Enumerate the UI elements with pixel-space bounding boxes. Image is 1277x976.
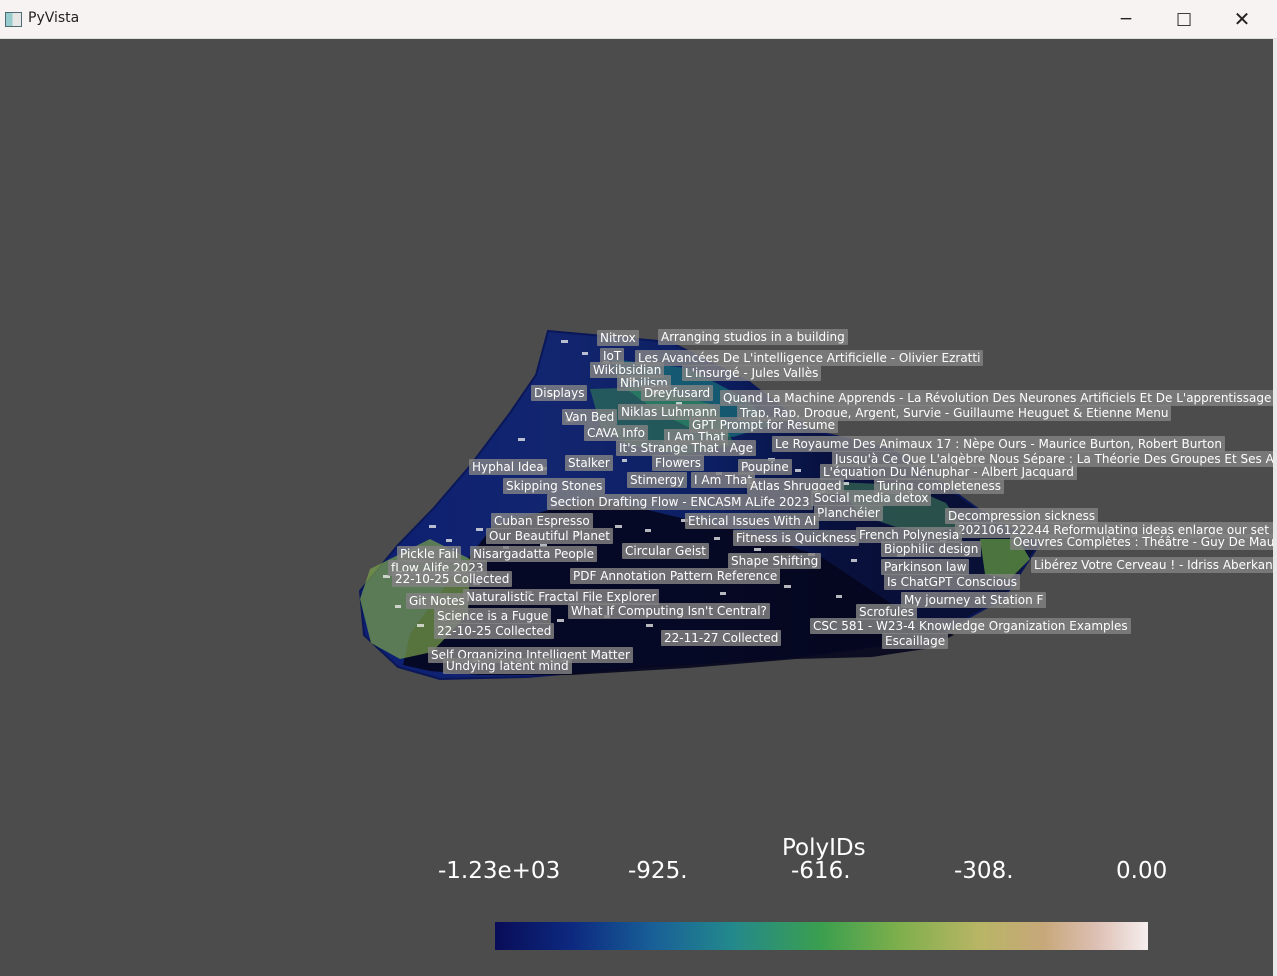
label-chatgpt-conscious: Is ChatGPT Conscious	[884, 574, 1021, 590]
label-oeuvres-completes: Oeuvres Complètes : Théâtre - Guy De Mau	[1010, 534, 1277, 550]
label-undying-mind: Undying latent mind	[443, 658, 572, 674]
scalar-bar-tick-4: -308.	[954, 858, 1014, 884]
scalar-bar-tick-max: 0.00	[1116, 858, 1168, 884]
label-our-beautiful-planet: Our Beautiful Planet	[486, 528, 614, 544]
label-escaillage: Escaillage	[882, 633, 949, 649]
label-fitness-quickness: Fitness is Quickness	[733, 530, 860, 546]
scalar-bar-gradient	[495, 922, 1148, 950]
label-biophilic-design: Biophilic design	[881, 541, 982, 557]
label-i-am-that-2: I Am That	[691, 472, 756, 488]
label-collected-2: 22-10-25 Collected	[434, 623, 555, 639]
app-icon	[5, 12, 22, 27]
window-edge	[1273, 39, 1277, 976]
scalar-bar-tick-min: -1.23e+03	[438, 858, 561, 884]
label-parkinson-law: Parkinson law	[881, 559, 970, 575]
label-hyphal-idea: Hyphal Idea	[469, 459, 547, 475]
label-git-notes: Git Notes	[406, 593, 468, 609]
label-quand-la-machine: Quand La Machine Apprends - La Révolutio…	[720, 390, 1277, 406]
pyvista-window: PyVista − □ ✕ Nitrox Arranging studios i…	[0, 0, 1277, 976]
label-insurge: L'insurgé - Jules Vallès	[682, 365, 822, 381]
label-dreyfusard: Dreyfusard	[641, 385, 714, 401]
label-nisargadatta: Nisargadatta People	[470, 546, 598, 562]
window-title: PyVista	[28, 10, 80, 26]
label-stalker: Stalker	[565, 455, 613, 471]
label-stimergy: Stimergy	[627, 472, 688, 488]
label-avancees-ia: Les Avancées De L'intelligence Artificie…	[635, 350, 984, 366]
label-csc-581: CSC 581 - W23-4 Knowledge Organization E…	[810, 618, 1131, 634]
label-royaume-animaux: Le Royaume Des Animaux 17 : Nèpe Ours - …	[772, 436, 1225, 452]
label-strange-age: It's Strange That I Age	[616, 440, 757, 456]
label-pdf-annotation: PDF Annotation Pattern Reference	[570, 568, 781, 584]
label-collected-3: 22-11-27 Collected	[661, 630, 782, 646]
label-computing-central: What If Computing Isn't Central?	[568, 603, 770, 619]
label-displays: Displays	[531, 385, 588, 401]
label-van-bed: Van Bed	[562, 409, 618, 425]
label-nitrox: Nitrox	[597, 330, 639, 346]
maximize-button[interactable]: □	[1155, 0, 1213, 38]
label-cava-info: CAVA Info	[584, 425, 648, 441]
label-planchéier: Planchéier	[814, 505, 883, 521]
title-bar[interactable]: PyVista − □ ✕	[0, 0, 1277, 39]
scalar-bar: PolyIDs -1.23e+03 -925. -616. -308. 0.00	[430, 832, 1190, 952]
label-flowers: Flowers	[652, 455, 704, 471]
label-section-drafting-flow: Section Drafting Flow - ENCASM ALife 202…	[547, 494, 813, 510]
close-button[interactable]: ✕	[1213, 0, 1271, 38]
label-social-media-detox: Social media detox	[811, 490, 932, 506]
scalar-bar-tick-2: -925.	[628, 858, 688, 884]
label-collected-1: 22-10-25 Collected	[392, 571, 513, 587]
label-ethical-issues: Ethical Issues With AI	[685, 513, 820, 529]
label-science-fugue: Science is a Fugue	[434, 608, 552, 624]
minimize-button[interactable]: −	[1097, 0, 1155, 38]
label-circular-geist: Circular Geist	[622, 543, 709, 559]
label-liberez-cerveau: Libérez Votre Cerveau ! - Idriss Aberkan	[1031, 557, 1276, 573]
label-shape-shifting: Shape Shifting	[728, 553, 822, 569]
scalar-bar-tick-3: -616.	[791, 858, 851, 884]
label-cuban-espresso: Cuban Espresso	[491, 513, 593, 529]
label-station-f: My journey at Station F	[901, 592, 1047, 608]
label-skipping-stones: Skipping Stones	[503, 478, 606, 494]
label-arranging-studios: Arranging studios in a building	[658, 329, 848, 345]
